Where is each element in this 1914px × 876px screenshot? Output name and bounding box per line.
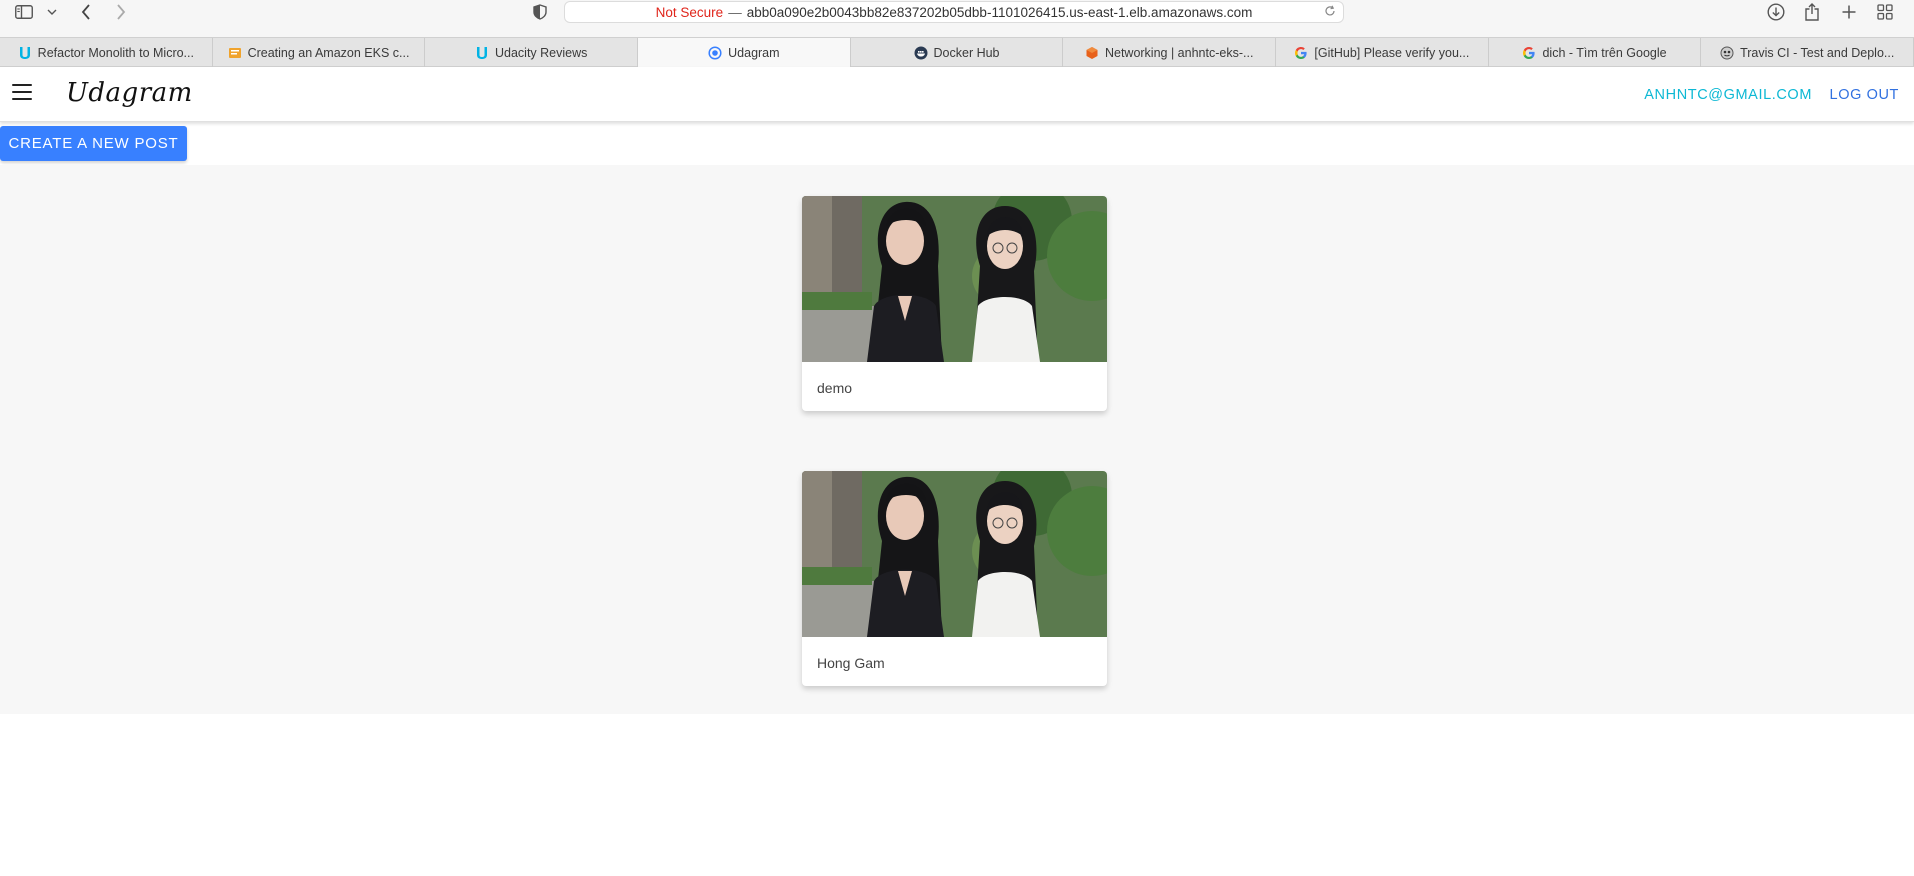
ionic-icon <box>708 45 722 60</box>
tab-github-verify[interactable]: [GitHub] Please verify you... <box>1276 38 1489 67</box>
post-caption: Hong Gam <box>817 655 885 671</box>
post-feed: demo Hong Gam <box>0 165 1914 714</box>
share-icon[interactable] <box>1803 2 1821 22</box>
user-email-link[interactable]: ANHNTC@GMAIL.COM <box>1644 87 1812 103</box>
tab-travis-ci[interactable]: Travis CI - Test and Deplo... <box>1701 38 1914 67</box>
tab-overview-icon[interactable] <box>1876 2 1894 22</box>
tab-docker-hub[interactable]: Docker Hub <box>851 38 1064 67</box>
forward-arrow-icon[interactable] <box>113 2 129 22</box>
tab-google-search[interactable]: dich - Tìm trên Google <box>1489 38 1702 67</box>
logout-button[interactable]: LOG OUT <box>1830 87 1899 103</box>
google-icon <box>1522 46 1536 60</box>
post-photo <box>802 471 1107 637</box>
post-card[interactable]: Hong Gam <box>802 471 1107 686</box>
back-arrow-icon[interactable] <box>78 2 94 22</box>
not-secure-label: Not Secure <box>655 4 724 20</box>
travis-icon <box>1720 46 1734 60</box>
tab-label: Udagram <box>728 45 780 60</box>
tab-label: dich - Tìm trên Google <box>1542 45 1667 60</box>
url-host: abb0a090e2b0043bb82e837202b05dbb-1101026… <box>746 4 1253 20</box>
tab-label: Networking | anhntc-eks-... <box>1104 45 1254 60</box>
post-photo <box>802 196 1107 362</box>
chevron-down-icon[interactable] <box>46 2 58 22</box>
download-icon[interactable] <box>1766 2 1786 22</box>
aws-docs-icon <box>228 46 242 60</box>
udacity-icon <box>475 46 489 60</box>
app-header: Udagram ANHNTC@GMAIL.COM LOG OUT <box>0 67 1914 122</box>
tab-label: Udacity Reviews <box>494 45 588 60</box>
app-brand-title: Udagram <box>66 78 193 108</box>
hamburger-menu-icon[interactable] <box>12 84 32 100</box>
browser-toolbar: Not Secure — abb0a090e2b0043bb82e837202b… <box>0 0 1914 37</box>
tab-label: Travis CI - Test and Deplo... <box>1740 45 1895 60</box>
tab-creating-eks[interactable]: Creating an Amazon EKS c... <box>213 38 426 67</box>
url-separator: — <box>728 4 742 20</box>
post-caption: demo <box>817 380 853 396</box>
privacy-shield-icon[interactable] <box>531 2 549 22</box>
reload-icon[interactable] <box>1324 5 1336 20</box>
tab-refactor-monolith[interactable]: Refactor Monolith to Micro... <box>0 38 213 67</box>
tab-label: Docker Hub <box>933 45 1000 60</box>
tab-strip: Refactor Monolith to Micro... Creating a… <box>0 37 1914 67</box>
tab-label: [GitHub] Please verify you... <box>1314 45 1470 60</box>
address-bar[interactable]: Not Secure — abb0a090e2b0043bb82e837202b… <box>564 1 1344 23</box>
sidebar-toggle-icon[interactable] <box>14 2 34 22</box>
docker-icon <box>914 46 928 60</box>
aws-icon <box>1085 46 1099 60</box>
udacity-icon <box>18 46 32 60</box>
tab-label: Refactor Monolith to Micro... <box>37 45 194 60</box>
new-tab-plus-icon[interactable] <box>1840 2 1858 22</box>
tab-udagram[interactable]: Udagram <box>638 38 851 67</box>
post-card[interactable]: demo <box>802 196 1107 411</box>
tab-label: Creating an Amazon EKS c... <box>247 45 410 60</box>
create-post-button[interactable]: CREATE A NEW POST <box>0 126 187 161</box>
tab-networking[interactable]: Networking | anhntc-eks-... <box>1063 38 1277 67</box>
tab-udacity-reviews[interactable]: Udacity Reviews <box>425 38 639 67</box>
google-icon <box>1294 46 1308 60</box>
